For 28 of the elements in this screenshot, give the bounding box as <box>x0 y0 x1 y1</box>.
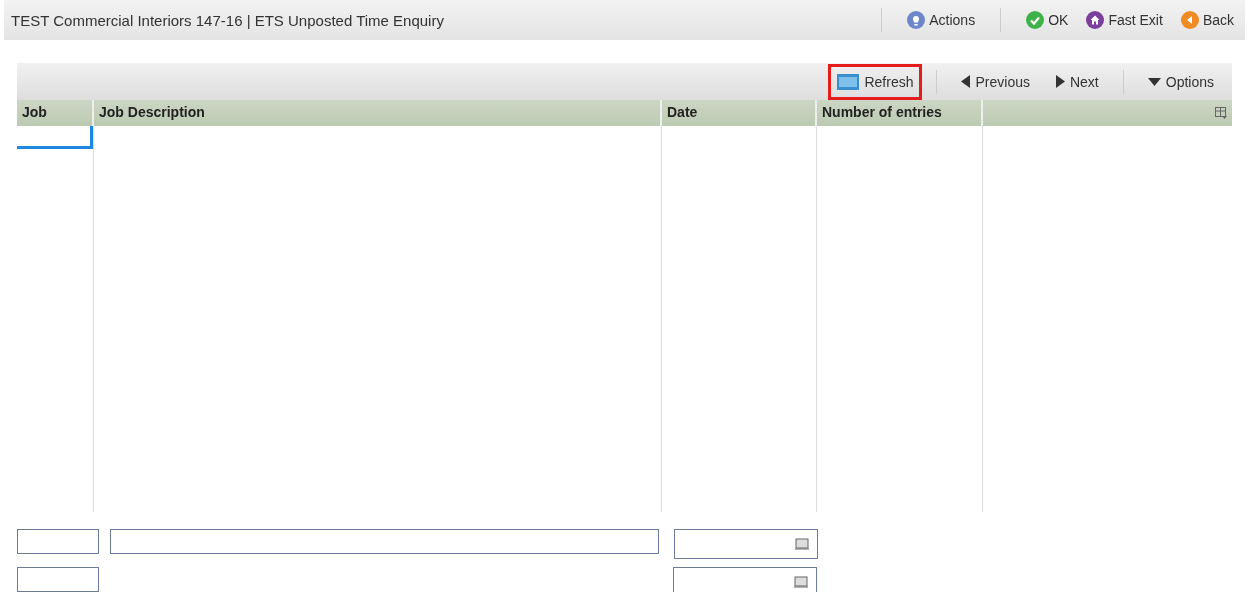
toolbar-button[interactable]: Options <box>1137 66 1224 97</box>
filter-field[interactable] <box>17 529 99 554</box>
column-header[interactable]: Date <box>662 100 817 126</box>
column-header[interactable]: Job <box>17 100 94 126</box>
home-icon <box>1086 11 1105 29</box>
action-button[interactable]: Fast Exit <box>1083 11 1166 29</box>
column-header[interactable]: Number of entries <box>817 100 983 126</box>
refresh-icon <box>837 73 860 90</box>
filter-field[interactable] <box>110 529 659 554</box>
action-button[interactable]: Back <box>1177 11 1237 29</box>
checkmark-icon <box>1026 11 1045 29</box>
filter-field[interactable] <box>673 567 817 592</box>
calendar-icon[interactable] <box>795 538 809 550</box>
window-title: TEST Commercial Interiors 147-16 | ETS Unposted Time Enquiry <box>11 11 444 29</box>
filter-field[interactable] <box>17 567 99 592</box>
selected-cell[interactable] <box>17 126 93 149</box>
filter-field[interactable] <box>674 529 818 559</box>
left-triangle-icon <box>961 75 971 88</box>
right-triangle-icon <box>1055 75 1065 88</box>
action-button[interactable]: OK <box>1023 11 1072 29</box>
lightbulb-icon <box>907 11 926 29</box>
column-chooser-icon[interactable] <box>1215 107 1227 119</box>
toolbar-button[interactable]: Previous <box>951 66 1040 97</box>
column-header[interactable]: Job Description <box>94 100 662 126</box>
calendar-icon[interactable] <box>794 576 808 588</box>
action-button[interactable]: Actions <box>904 11 979 29</box>
toolbar-button[interactable]: Next <box>1045 66 1109 97</box>
caret-icon <box>1147 77 1161 86</box>
